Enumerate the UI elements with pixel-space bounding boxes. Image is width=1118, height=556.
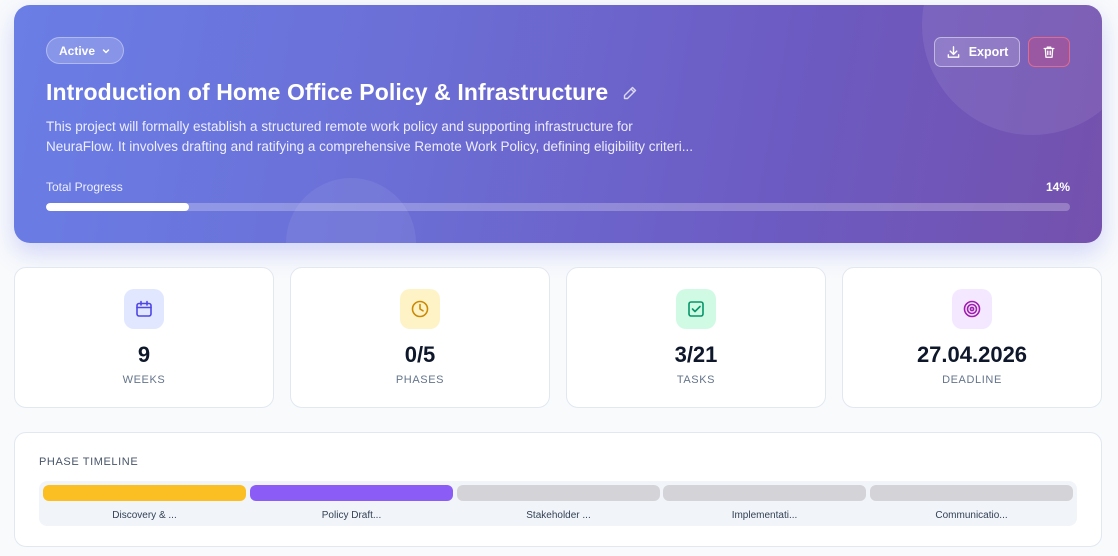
phase-label: Policy Draft... bbox=[321, 510, 382, 521]
phase-label: Communicatio... bbox=[935, 510, 1008, 521]
delete-button[interactable] bbox=[1028, 37, 1070, 67]
section-title: PHASE TIMELINE bbox=[39, 456, 139, 468]
target-icon bbox=[963, 300, 981, 318]
stat-card-weeks: 9 WEEKS bbox=[14, 267, 274, 408]
stat-value: 0/5 bbox=[404, 342, 436, 367]
status-dropdown[interactable]: Active bbox=[46, 37, 124, 64]
stat-label: PHASES bbox=[395, 374, 445, 386]
phase-label: Implementati... bbox=[731, 510, 798, 521]
stat-icon-box bbox=[124, 289, 164, 329]
stat-card-tasks: 3/21 TASKS bbox=[566, 267, 826, 408]
check-square-icon bbox=[688, 301, 704, 317]
decorative-circle bbox=[922, 5, 1102, 135]
progress-label: Total Progress bbox=[46, 180, 123, 194]
phase-item[interactable]: Discovery & ... bbox=[43, 485, 246, 521]
project-description: This project will formally establish a s… bbox=[46, 119, 694, 154]
phase-bar bbox=[457, 485, 660, 501]
export-label: Export bbox=[968, 45, 1009, 59]
progress-bar bbox=[46, 203, 1070, 211]
stat-icon-box bbox=[952, 289, 992, 329]
stat-label: DEADLINE bbox=[942, 374, 1002, 386]
progress-fill bbox=[46, 203, 190, 211]
phase-timeline-card: PHASE TIMELINE Discovery & ... Policy Dr… bbox=[14, 432, 1102, 547]
status-label: Active bbox=[58, 43, 96, 58]
chevron-down-icon bbox=[102, 48, 110, 53]
stat-value: 3/21 bbox=[674, 342, 718, 367]
pencil-icon[interactable] bbox=[622, 85, 638, 101]
phase-bar bbox=[663, 485, 866, 501]
calendar-icon bbox=[136, 300, 152, 317]
phase-bar bbox=[250, 485, 453, 501]
progress-percent: 14% bbox=[1045, 180, 1070, 194]
phase-item[interactable]: Stakeholder ... bbox=[457, 485, 660, 521]
title-row: Introduction of Home Office Policy & Inf… bbox=[46, 79, 638, 106]
phase-item[interactable]: Policy Draft... bbox=[250, 485, 453, 521]
stat-icon-box bbox=[676, 289, 716, 329]
stats-row: 9 WEEKS 0/5 PHASES 3/21 TASKS 27.04.2026… bbox=[14, 267, 1102, 408]
export-button[interactable]: Export bbox=[934, 37, 1020, 67]
stat-label: TASKS bbox=[676, 374, 716, 386]
phase-item[interactable]: Implementati... bbox=[663, 485, 866, 521]
phase-label: Stakeholder ... bbox=[526, 510, 591, 521]
stat-value: 27.04.2026 bbox=[916, 342, 1028, 367]
project-title: Introduction of Home Office Policy & Inf… bbox=[46, 79, 609, 105]
stat-card-deadline: 27.04.2026 DEADLINE bbox=[842, 267, 1102, 408]
trash-icon bbox=[1043, 46, 1055, 58]
phase-bar bbox=[870, 485, 1073, 501]
clock-icon bbox=[411, 300, 429, 318]
phase-bar bbox=[43, 485, 246, 501]
phase-label: Discovery & ... bbox=[112, 510, 177, 521]
download-icon bbox=[947, 45, 960, 58]
phase-timeline: Discovery & ... Policy Draft... Stakehol… bbox=[39, 481, 1077, 526]
project-header: Active Introduction of Home Office Polic… bbox=[14, 5, 1102, 243]
stat-value: 9 bbox=[137, 342, 151, 367]
phase-item[interactable]: Communicatio... bbox=[870, 485, 1073, 521]
stat-icon-box bbox=[400, 289, 440, 329]
stat-label: WEEKS bbox=[122, 374, 166, 386]
stat-card-phases: 0/5 PHASES bbox=[290, 267, 550, 408]
